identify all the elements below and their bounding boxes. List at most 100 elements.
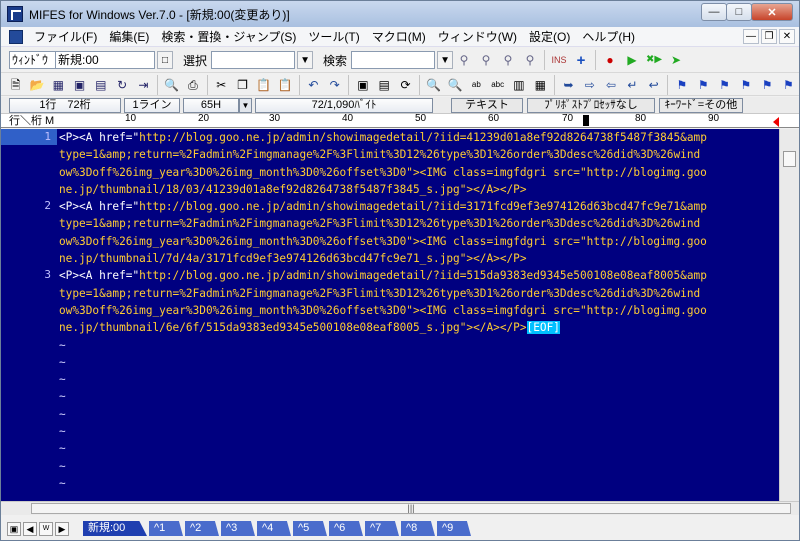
outdent-icon[interactable]: ⇦ xyxy=(602,76,619,94)
indent-icon[interactable]: ⇨ xyxy=(581,76,598,94)
document-icon[interactable] xyxy=(9,29,23,44)
reload-icon[interactable]: ↻ xyxy=(113,76,130,94)
grep-icon[interactable]: ⚲ xyxy=(521,51,539,69)
file-list-icon[interactable]: ▦ xyxy=(50,76,67,94)
text-mode-button[interactable]: テキスト xyxy=(451,97,523,113)
marker-4-icon[interactable]: ⚑ xyxy=(737,76,754,94)
replace-icon[interactable]: ⟳ xyxy=(397,76,414,94)
play-macro-icon[interactable]: ▶ xyxy=(623,51,641,69)
code-line[interactable]: <P><A href="http://blog.goo.ne.jp/admin/… xyxy=(59,267,707,284)
code-line[interactable]: ow%3Doff%26img_year%3D0%26img_month%3D0%… xyxy=(59,233,707,250)
cut-icon[interactable]: ✂ xyxy=(213,76,230,94)
char-code[interactable]: 65H xyxy=(183,97,239,113)
tab-9[interactable]: ^9 xyxy=(437,521,471,536)
maximize-button[interactable]: □ xyxy=(726,3,752,21)
wrap-icon[interactable]: ↵ xyxy=(624,76,641,94)
new-file-icon[interactable]: 🗎 xyxy=(7,76,24,94)
paste-box-icon[interactable]: 📋 xyxy=(276,76,293,94)
code-line[interactable]: ne.jp/thumbnail/6e/6f/515da9383ed9345e50… xyxy=(59,319,707,336)
tab-3[interactable]: ^3 xyxy=(221,521,255,536)
tab-5[interactable]: ^5 xyxy=(293,521,327,536)
marker-6-icon[interactable]: ⚑ xyxy=(780,76,797,94)
minimize-button[interactable]: — xyxy=(701,3,727,21)
run-macro-icon[interactable]: ➤ xyxy=(667,51,685,69)
tab-1[interactable]: ^1 xyxy=(149,521,183,536)
code-line[interactable]: ne.jp/thumbnail/7d/4a/3171fcd9ef3e974126… xyxy=(59,250,707,267)
byte-size[interactable]: 72/1,090ﾊﾞｲﾄ xyxy=(255,97,433,113)
menu-help[interactable]: ヘルプ(H) xyxy=(576,27,641,47)
search-dropdown-icon[interactable]: ▼ xyxy=(437,51,454,69)
char-code-dropdown-icon[interactable]: ▼ xyxy=(239,97,252,113)
unwrap-icon[interactable]: ↩ xyxy=(645,76,662,94)
mdi-minimize-button[interactable]: — xyxy=(743,29,759,44)
marker-2-icon[interactable]: ⚑ xyxy=(695,76,712,94)
code-line[interactable]: <P><A href="http://blog.goo.ne.jp/admin/… xyxy=(59,198,707,215)
print-preview-icon[interactable]: 🔍 xyxy=(163,76,180,94)
marker-3-icon[interactable]: ⚑ xyxy=(716,76,733,94)
code-line[interactable]: type=1&amp;return=%2Fadmin%2Fimgmanage%2… xyxy=(59,146,707,163)
open-file-icon[interactable]: 📂 xyxy=(28,76,45,94)
menu-settings[interactable]: 設定(O) xyxy=(523,27,576,47)
marker-1-icon[interactable]: ⚑ xyxy=(673,76,690,94)
bookmark-icon[interactable]: ▤ xyxy=(376,76,393,94)
vertical-scroll-thumb[interactable] xyxy=(783,151,796,167)
processor-button[interactable]: ﾌﾟﾘﾎﾟｽﾄﾌﾟﾛｾｯｻなし xyxy=(527,97,655,113)
tab-menu-icon[interactable]: ▣ xyxy=(7,521,21,536)
save-icon[interactable]: ▣ xyxy=(71,76,88,94)
code-line[interactable]: ow%3Doff%26img_year%3D0%26img_month%3D0%… xyxy=(59,164,707,181)
tab-8[interactable]: ^8 xyxy=(401,521,435,536)
find-next-icon[interactable]: 🔍 xyxy=(446,76,463,94)
menu-edit[interactable]: 編集(E) xyxy=(103,27,155,47)
redo-icon[interactable]: ↷ xyxy=(326,76,343,94)
text-editor[interactable]: 1 2 3 <P><A href="http://blog.goo.ne.jp/… xyxy=(1,129,779,501)
select-dropdown-icon[interactable]: ▼ xyxy=(297,51,314,69)
menu-window[interactable]: ウィンドウ(W) xyxy=(432,27,523,47)
code-line[interactable]: type=1&amp;return=%2Fadmin%2Fimgmanage%2… xyxy=(59,215,707,232)
horizontal-scroll-thumb[interactable]: ||| xyxy=(31,503,791,514)
select-field[interactable] xyxy=(211,51,296,69)
vertical-scrollbar[interactable] xyxy=(779,129,799,501)
format-icon[interactable]: ➥ xyxy=(560,76,577,94)
print-icon[interactable]: ⎙ xyxy=(184,76,201,94)
undo-icon[interactable]: ↶ xyxy=(305,76,322,94)
mdi-close-button[interactable]: ✕ xyxy=(779,29,795,44)
diff-icon[interactable]: ▦ xyxy=(532,76,549,94)
jump-icon[interactable]: ▣ xyxy=(354,76,371,94)
add-icon[interactable]: + xyxy=(572,51,590,69)
search-back-icon[interactable]: ⚲ xyxy=(477,51,495,69)
menu-search[interactable]: 検索・置換・ジャンプ(S) xyxy=(155,27,302,47)
app-icon[interactable] xyxy=(7,6,23,22)
menu-file[interactable]: ファイル(F) xyxy=(28,27,103,47)
tab-prev-icon[interactable]: ◀ xyxy=(23,521,37,536)
menu-macro[interactable]: マクロ(M) xyxy=(366,27,432,47)
title-bar[interactable]: MIFES for Windows Ver.7.0 - [新規:00(変更あり)… xyxy=(1,1,799,27)
copy-icon[interactable]: ❐ xyxy=(234,76,251,94)
window-list-button[interactable]: □ xyxy=(157,51,173,69)
export-icon[interactable]: ⇥ xyxy=(135,76,152,94)
save-as-icon[interactable]: ▤ xyxy=(92,76,109,94)
compare-icon[interactable]: ▥ xyxy=(510,76,527,94)
window-combo[interactable]: 新規:00 xyxy=(55,51,155,69)
tab-new-00[interactable]: 新規:00 xyxy=(83,521,147,536)
tab-6[interactable]: ^6 xyxy=(329,521,363,536)
close-button[interactable]: ✕ xyxy=(751,3,793,21)
paste-icon[interactable]: 📋 xyxy=(255,76,272,94)
line-count[interactable]: 1ライン xyxy=(124,97,180,113)
cursor-position[interactable]: 1行 72桁 xyxy=(9,97,121,113)
search-field[interactable] xyxy=(351,51,436,69)
search-forward-icon[interactable]: ⚲ xyxy=(455,51,473,69)
code-line[interactable]: ow%3Doff%26img_year%3D0%26img_month%3D0%… xyxy=(59,302,707,319)
step-macro-icon[interactable]: ✖▶ xyxy=(645,51,663,69)
mdi-restore-button[interactable]: ❐ xyxy=(761,29,777,44)
code-content[interactable]: <P><A href="http://blog.goo.ne.jp/admin/… xyxy=(59,129,707,492)
tab-list-icon[interactable]: W xyxy=(39,521,53,536)
find-icon[interactable]: 🔍 xyxy=(425,76,442,94)
horizontal-scrollbar[interactable]: ||| xyxy=(1,501,799,515)
code-line[interactable]: type=1&amp;return=%2Fadmin%2Fimgmanage%2… xyxy=(59,285,707,302)
tab-4[interactable]: ^4 xyxy=(257,521,291,536)
keyword-button[interactable]: ｷｰﾜｰﾄﾞ=その他 xyxy=(659,97,743,113)
tab-2[interactable]: ^2 xyxy=(185,521,219,536)
word-icon[interactable]: abc xyxy=(489,76,506,94)
code-line[interactable]: <P><A href="http://blog.goo.ne.jp/admin/… xyxy=(59,129,707,146)
record-macro-icon[interactable]: ● xyxy=(601,51,619,69)
